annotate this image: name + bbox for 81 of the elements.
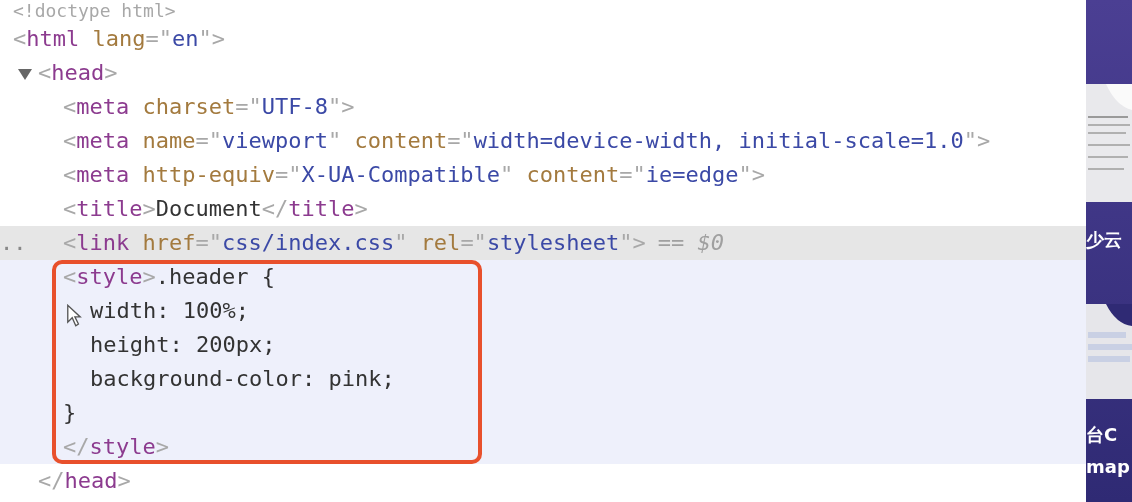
code-token: UTF-8 [261,94,328,119]
code-token: "> [327,94,355,119]
code-token: "> [619,230,646,255]
dom-node-row[interactable]: <meta http-equiv="X-UA-Compatible" content="ie=edge"> [0,158,1086,192]
dom-node-row[interactable]: <meta charset="UTF-8"> [0,90,1086,124]
code-token: " [394,230,408,255]
code-token: < [63,162,77,187]
code-token: name [142,128,196,153]
code-token: link [76,230,130,255]
code-token: .header { [155,264,275,289]
code-token: </ [261,196,289,221]
code-token: en [171,26,199,51]
dom-node-row[interactable]: <meta name="viewport" content="width=device-width, initial-scale=1.0"> [0,124,1086,158]
code-token: =" [145,26,172,51]
code-token: meta [76,94,130,119]
code-token: =" [460,230,487,255]
code-token: lang [92,26,146,51]
code-token: </ [63,434,90,459]
code-token: < [38,60,52,85]
code-token: > [117,468,131,493]
code-token: "> [963,128,991,153]
code-token: > [354,196,368,221]
code-token: ie=edge [645,162,739,187]
code-token: > [104,60,118,85]
code-token: =" [447,128,474,153]
code-token: > [142,196,156,221]
code-token: style [89,434,156,459]
code-token: Document [155,196,262,221]
code-token: meta [76,162,130,187]
dom-node-row[interactable]: .. <link href="css/index.css" rel="stylesheet"> == $0 [0,226,1086,260]
dom-node-row[interactable]: <title>Document</title> [0,192,1086,226]
code-token: content [526,162,620,187]
code-token: =" [274,162,302,187]
code-token: " [327,128,342,153]
thumbnail-caption: 台C [1086,423,1118,447]
code-token: title [288,196,355,221]
code-token: =" [195,128,222,153]
code-token: X-UA-Compatible [301,162,501,187]
code-token: < [63,128,77,153]
code-token: http-equiv [142,162,275,187]
code-token: html [26,26,80,51]
code-token: > [155,434,169,459]
code-token: viewport [221,128,328,153]
code-token: href [142,230,196,255]
css-code-line: height: 200px; [90,332,276,357]
code-token: head [64,468,118,493]
code-token: =" [619,162,646,187]
code-token: rel [420,230,461,255]
css-code-line: } [63,400,77,425]
dom-node-row[interactable]: <style>.header { [0,260,1086,294]
code-token: content [354,128,448,153]
code-token: css/index.css [221,230,395,255]
dom-node-row[interactable]: <head> [0,56,1086,90]
code-token: < [63,264,77,289]
code-token: charset [142,94,236,119]
code-token: > [142,264,156,289]
code-token: <!doctype html> [13,0,176,21]
code-token: " [500,162,514,187]
code-token: </ [38,468,65,493]
dom-node-row[interactable]: <html lang="en"> [0,22,1086,56]
console-reference: == $0 [657,230,725,255]
code-token: "> [738,162,766,187]
code-token: width=device-width, initial-scale=1.0 [473,128,964,153]
css-code-line: width: 100%; [90,298,249,323]
thumbnail-caption: map [1086,455,1130,479]
code-token: "> [198,26,225,51]
css-code-line: background-color: pink; [90,366,395,391]
code-token: stylesheet [486,230,620,255]
code-token: meta [76,128,130,153]
code-token: =" [195,230,222,255]
code-token: =" [235,94,262,119]
code-token: title [76,196,143,221]
expand-triangle-icon[interactable] [18,68,32,80]
code-token: < [63,196,77,221]
thumbnail-caption: 少云 [1086,228,1122,252]
code-token: < [63,94,77,119]
code-token: < [63,230,77,255]
code-token: < [13,26,27,51]
code-token: style [76,264,143,289]
code-token: head [51,60,105,85]
mouse-pointer-icon [66,304,82,328]
